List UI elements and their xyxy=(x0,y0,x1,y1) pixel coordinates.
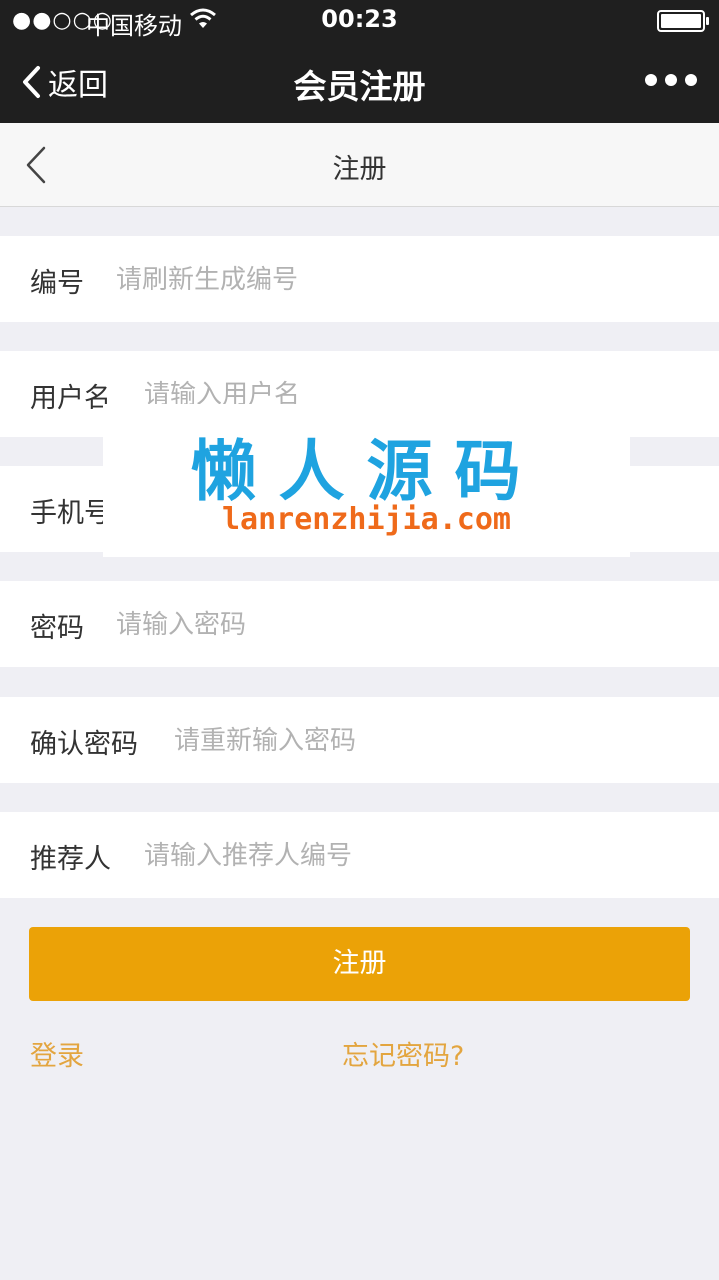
more-menu-button[interactable] xyxy=(645,70,697,90)
field-label-id: 编号 xyxy=(30,268,84,299)
confirm-password-input[interactable] xyxy=(174,721,684,761)
login-link[interactable]: 登录 xyxy=(30,1034,84,1073)
status-time: 00:23 xyxy=(321,5,398,33)
id-input[interactable] xyxy=(116,260,676,300)
field-label-password: 密码 xyxy=(30,613,84,644)
top-bar: ●●○○○ 中国移动 00:23 返回 会员注册 xyxy=(0,0,719,123)
password-input[interactable] xyxy=(116,605,676,645)
field-label-referrer: 推荐人 xyxy=(30,844,111,875)
form-row-confirm-password: 确认密码 xyxy=(0,697,719,783)
referrer-input[interactable] xyxy=(144,836,684,876)
nav-title: 会员注册 xyxy=(293,67,426,106)
form-row-password: 密码 xyxy=(0,581,719,667)
watermark-title: 懒人源码 xyxy=(190,433,543,510)
more-dots-icon xyxy=(645,74,657,86)
forgot-password-link[interactable]: 忘记密码? xyxy=(342,1034,464,1073)
form-row-id: 编号 xyxy=(0,236,719,322)
field-label-confirm-password: 确认密码 xyxy=(30,729,138,760)
status-bar: ●●○○○ 中国移动 00:23 xyxy=(0,0,719,40)
watermark-overlay: 懒人源码 lanrenzhijia.com xyxy=(103,404,630,557)
page-header: 注册 xyxy=(0,123,719,207)
watermark-url: lanrenzhijia.com xyxy=(222,502,511,537)
register-button[interactable]: 注册 xyxy=(29,927,690,1001)
field-label-username: 用户名 xyxy=(30,383,111,414)
field-label-phone: 手机号 xyxy=(30,498,111,529)
form-row-referrer: 推荐人 xyxy=(0,812,719,898)
battery-icon xyxy=(657,10,709,32)
wechat-nav-bar: 返回 会员注册 xyxy=(0,40,719,123)
page-title: 注册 xyxy=(332,154,387,185)
